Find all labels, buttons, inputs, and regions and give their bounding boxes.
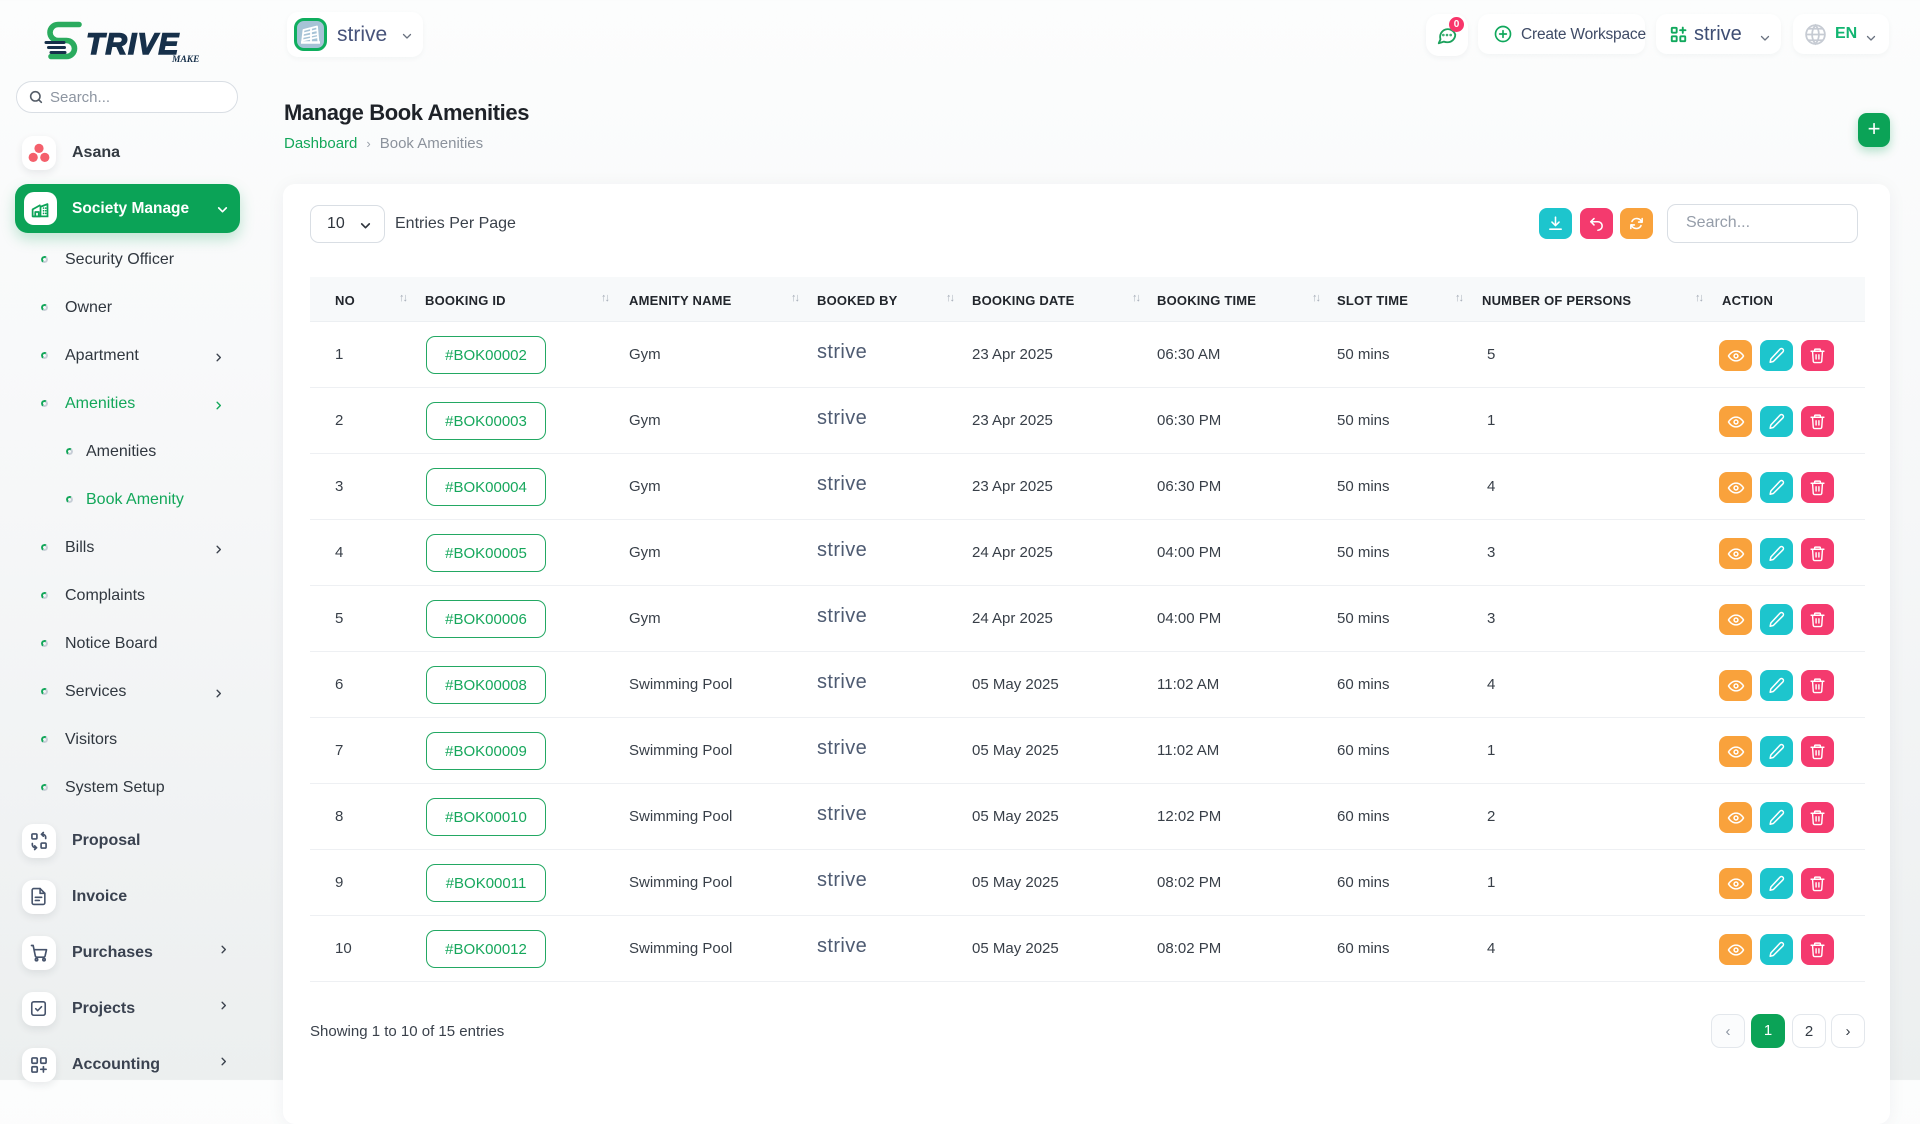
svg-text:TRIVE: TRIVE	[86, 28, 179, 61]
svg-text:MAKE: MAKE	[171, 55, 199, 65]
